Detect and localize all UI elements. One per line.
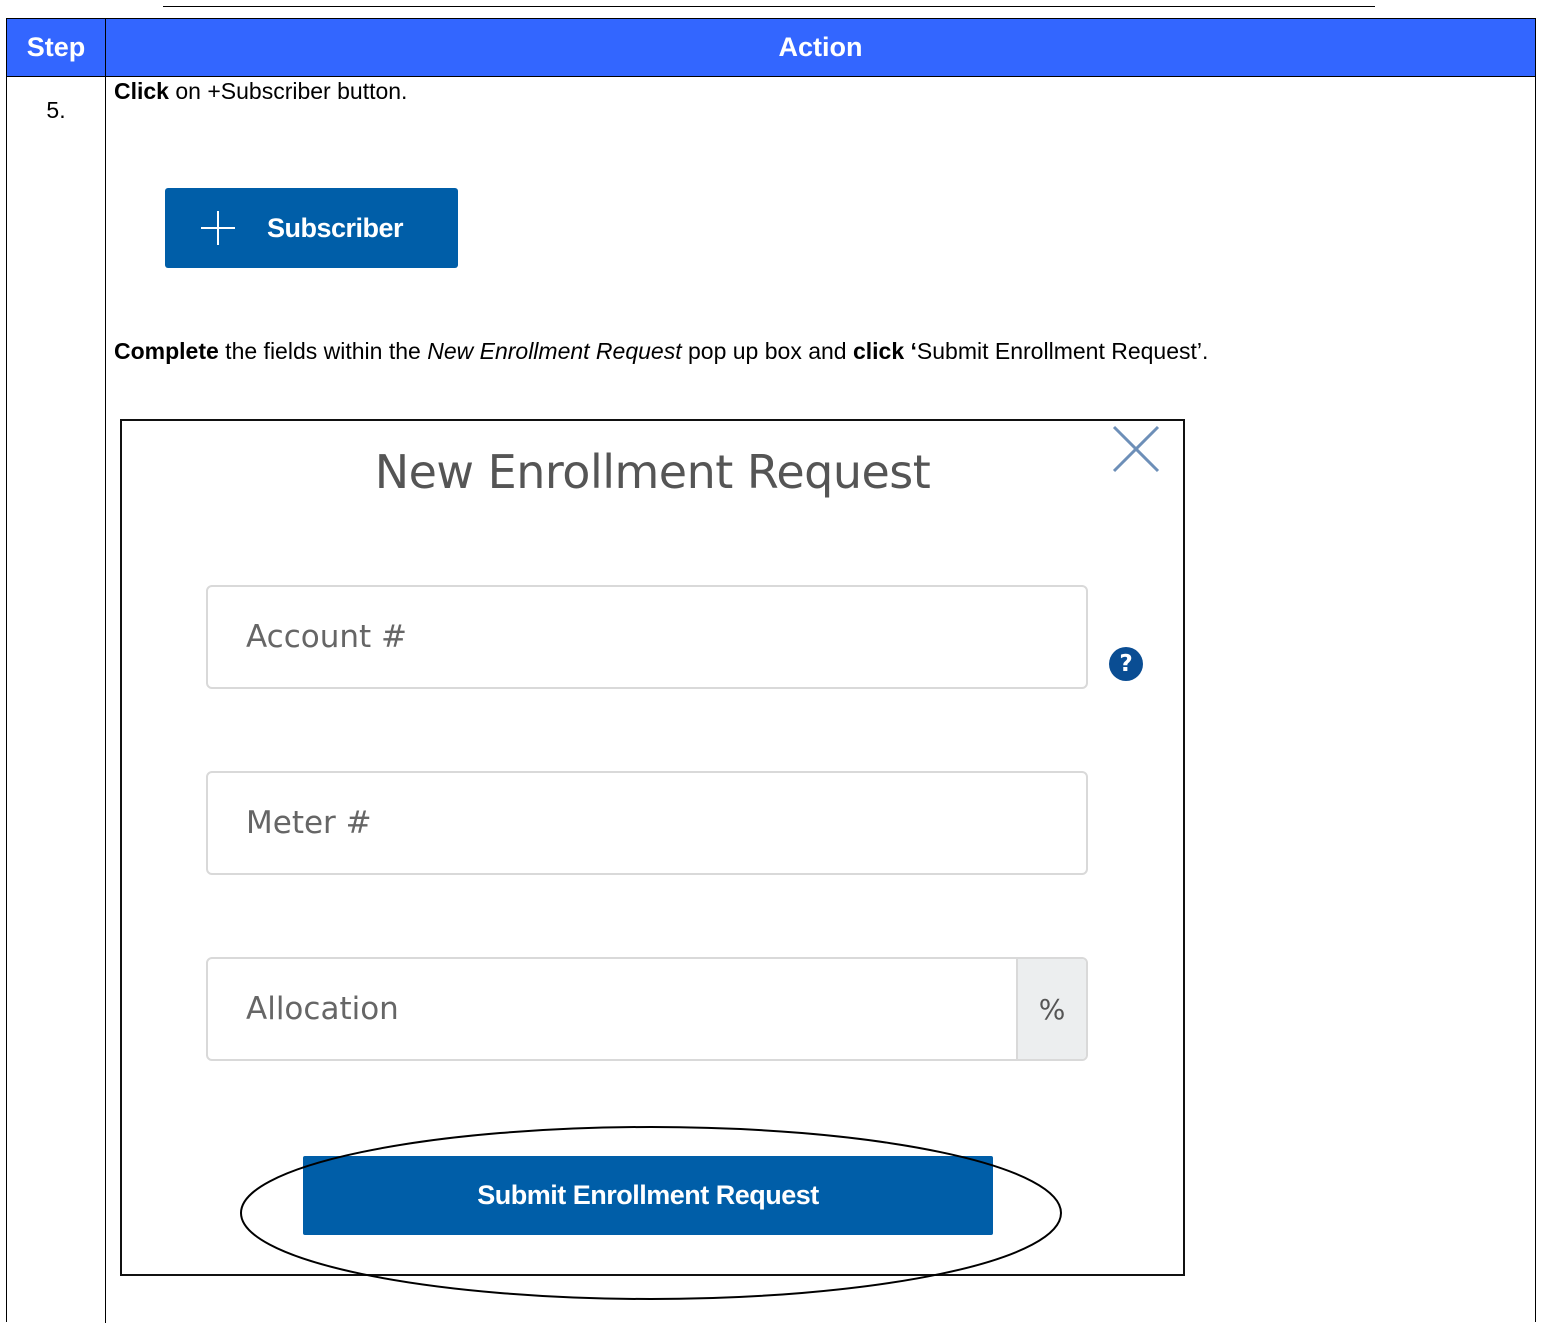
submit-enrollment-button[interactable]: Submit Enrollment Request — [303, 1156, 993, 1235]
top-rule — [163, 6, 1375, 7]
instruction-verb: Click — [114, 78, 169, 104]
column-divider — [105, 19, 106, 1323]
subscriber-button-label: Subscriber — [267, 212, 404, 243]
meter-field — [206, 771, 1088, 875]
step-number: 5. — [46, 97, 66, 123]
account-field — [206, 585, 1088, 689]
instruction-click-subscriber: Click on +Subscriber button. — [114, 78, 407, 105]
close-icon[interactable] — [1106, 421, 1164, 479]
modal-title: New Enrollment Request — [374, 445, 931, 499]
table-header-row: Step Action — [7, 19, 1535, 77]
account-number-input[interactable] — [208, 587, 1086, 687]
instruction-quote: ‘ — [904, 338, 917, 364]
add-subscriber-button[interactable]: Subscriber — [165, 188, 458, 268]
instruction-text: pop up box and — [681, 338, 853, 364]
meter-number-input[interactable] — [208, 773, 1086, 873]
header-step: Step — [26, 32, 86, 62]
instruction-text: on +Subscriber button. — [168, 78, 408, 104]
percent-addon: % — [1016, 959, 1086, 1059]
allocation-input[interactable] — [208, 959, 1018, 1059]
new-enrollment-modal: New Enrollment Request ? % Submit Enroll… — [120, 419, 1185, 1276]
instruction-complete-fields: Complete the fields within the New Enrol… — [114, 338, 1208, 365]
instruction-text: the fields within the — [218, 338, 428, 364]
header-action: Action — [778, 32, 863, 62]
plus-icon — [199, 209, 237, 247]
allocation-field: % — [206, 957, 1088, 1061]
instruction-verb: click — [852, 338, 905, 364]
help-icon[interactable]: ? — [1109, 647, 1143, 681]
instruction-italic: New Enrollment Request — [427, 338, 682, 364]
instruction-text: Submit Enrollment Request’. — [916, 338, 1209, 364]
instruction-verb: Complete — [114, 338, 219, 364]
